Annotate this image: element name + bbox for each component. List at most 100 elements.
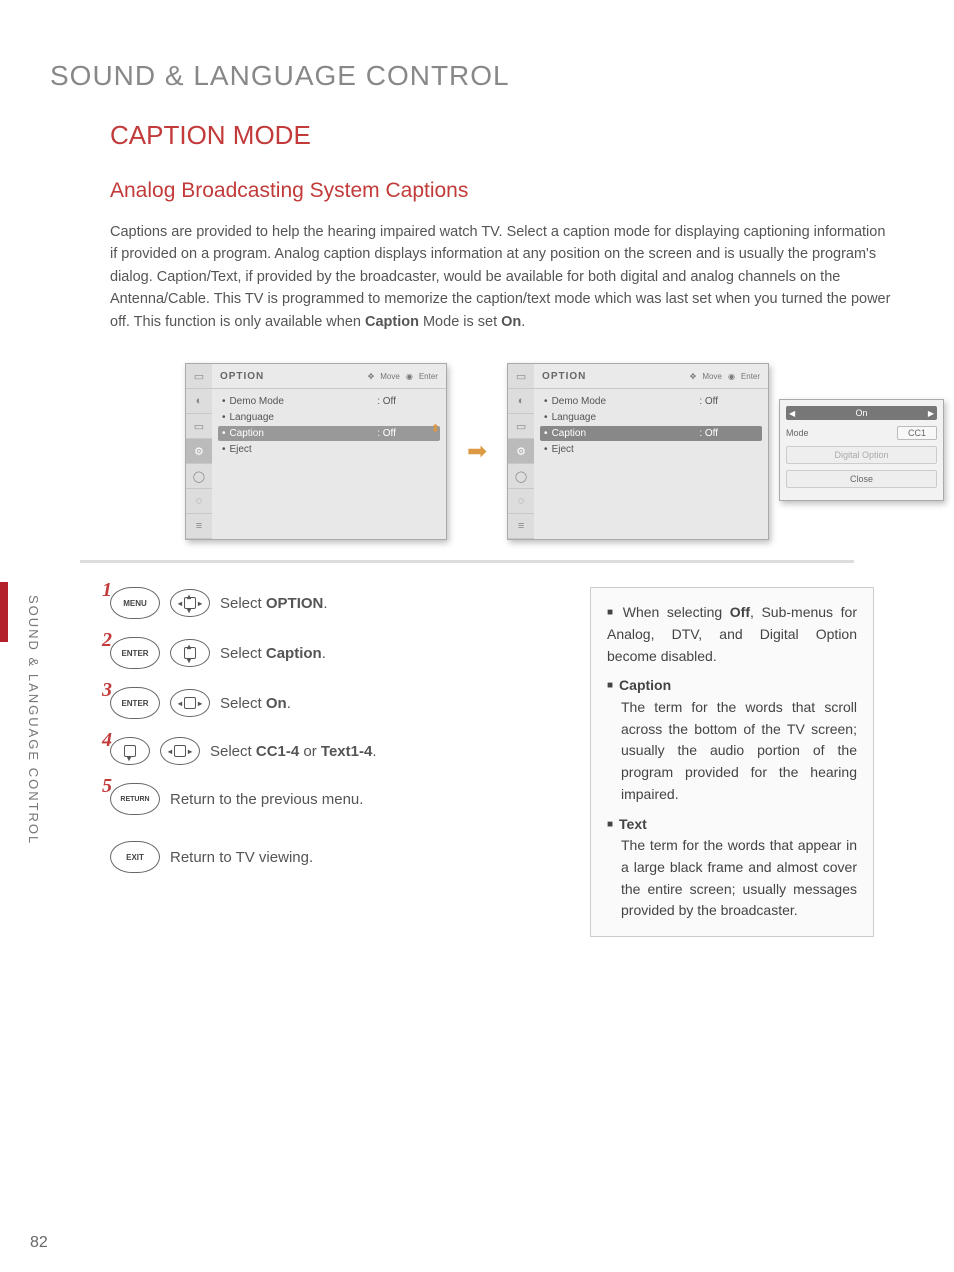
enter-label: Enter bbox=[419, 372, 438, 381]
updown-icon: ⬍ bbox=[431, 422, 440, 435]
page-subtitle: CAPTION MODE bbox=[110, 120, 904, 151]
osd-icon: ⚙ bbox=[186, 439, 212, 464]
osd-icon: ◌ bbox=[186, 489, 212, 514]
osd-icon: ◯ bbox=[508, 464, 534, 489]
osd-item-eject: Eject bbox=[552, 444, 574, 455]
bullet-icon: ■ bbox=[607, 680, 613, 691]
s2a: Select bbox=[220, 645, 266, 662]
popup-digital-option: Digital Option bbox=[786, 446, 937, 464]
s1c: . bbox=[323, 595, 327, 612]
osd-screenshots: ▭ ◐ ▭ ⚙ ◯ ◌ ≡ OPTION ✥Move ◉Enter •Demo … bbox=[50, 363, 904, 540]
intro-c: Mode is set bbox=[419, 314, 501, 330]
exit-button: EXIT bbox=[110, 841, 160, 873]
dpad-button: ◂▸ bbox=[170, 689, 210, 717]
s4c: or bbox=[299, 743, 321, 760]
step-number: 1 bbox=[102, 579, 112, 602]
enter-icon: ◉ bbox=[728, 372, 735, 381]
bullet-icon: ■ bbox=[607, 607, 617, 618]
osd-panel-after: ▭ ◐ ▭ ⚙ ◯ ◌ ≡ OPTION ✥Move ◉Enter bbox=[507, 363, 769, 540]
osd-item-language: Language bbox=[229, 412, 274, 423]
dpad-button: ▾ bbox=[110, 737, 150, 765]
osd-icon: ≡ bbox=[508, 514, 534, 539]
r2: The term for the words that scroll acros… bbox=[621, 697, 857, 805]
osd-item-caption-val: : Off bbox=[377, 428, 436, 439]
divider bbox=[80, 560, 854, 563]
osd-icon: ◐ bbox=[508, 389, 534, 414]
osd-title: OPTION bbox=[220, 371, 264, 382]
osd-icon: ◯ bbox=[186, 464, 212, 489]
step-number: 2 bbox=[102, 629, 112, 652]
s1a: Select bbox=[220, 595, 266, 612]
page-subheading: Analog Broadcasting System Captions bbox=[110, 179, 904, 203]
r3: The term for the words that appear in a … bbox=[621, 835, 857, 922]
dpad-button: ▴▾◂▸ bbox=[170, 589, 210, 617]
step-5: 5 RETURN Return to the previous menu. bbox=[110, 783, 530, 815]
osd-icon: ◐ bbox=[186, 389, 212, 414]
move-icon: ✥ bbox=[368, 372, 375, 381]
s3a: Select bbox=[220, 695, 266, 712]
red-edge-tab bbox=[0, 582, 8, 642]
triangle-left-icon: ◀ bbox=[789, 409, 795, 418]
step-number: 3 bbox=[102, 679, 112, 702]
bullet-icon: ■ bbox=[607, 819, 613, 830]
osd-item-caption-val: : Off bbox=[699, 428, 758, 439]
r1b: Off bbox=[730, 604, 750, 620]
popup-mode-value: CC1 bbox=[897, 426, 937, 440]
return-button: RETURN bbox=[110, 783, 160, 815]
osd-sidebar: ▭ ◐ ▭ ⚙ ◯ ◌ ≡ bbox=[186, 364, 212, 539]
dpad-button: ◂▸ bbox=[160, 737, 200, 765]
osd-title: OPTION bbox=[542, 371, 586, 382]
steps-column: 1 MENU ▴▾◂▸ Select OPTION. 2 ENTER ▴▾ Se… bbox=[110, 587, 530, 891]
dpad-button: ▴▾ bbox=[170, 639, 210, 667]
s3b: On bbox=[266, 695, 287, 712]
triangle-right-icon: ▶ bbox=[928, 409, 934, 418]
osd-item-demo: Demo Mode bbox=[229, 396, 283, 407]
step-number: 4 bbox=[102, 729, 112, 752]
enter-icon: ◉ bbox=[406, 372, 413, 381]
intro-d: On bbox=[501, 314, 521, 330]
step-number: 5 bbox=[102, 775, 112, 798]
osd-item-demo-val: : Off bbox=[377, 396, 436, 407]
step-1: 1 MENU ▴▾◂▸ Select OPTION. bbox=[110, 587, 530, 619]
r1a: When selecting bbox=[623, 604, 730, 620]
popup-close: Close bbox=[786, 470, 937, 488]
enter-label: Enter bbox=[741, 372, 760, 381]
osd-icon: ≡ bbox=[186, 514, 212, 539]
step-2: 2 ENTER ▴▾ Select Caption. bbox=[110, 637, 530, 669]
osd-icon: ◌ bbox=[508, 489, 534, 514]
osd-item-demo-val: : Off bbox=[699, 396, 758, 407]
popup-on: On bbox=[856, 408, 868, 418]
osd-icon: ▭ bbox=[186, 364, 212, 389]
r3t: Text bbox=[619, 816, 647, 832]
s4e: . bbox=[372, 743, 376, 760]
enter-button: ENTER bbox=[110, 637, 160, 669]
s1b: OPTION bbox=[266, 595, 324, 612]
s4a: Select bbox=[210, 743, 256, 760]
s4b: CC1-4 bbox=[256, 743, 299, 760]
intro-b: Caption bbox=[365, 314, 419, 330]
s5t: Return to the previous menu. bbox=[170, 791, 363, 808]
s6t: Return to TV viewing. bbox=[170, 849, 313, 866]
s3c: . bbox=[287, 695, 291, 712]
osd-item-caption: Caption bbox=[229, 428, 263, 439]
r2t: Caption bbox=[619, 677, 671, 693]
osd-icon: ▭ bbox=[186, 414, 212, 439]
page-number: 82 bbox=[30, 1234, 48, 1252]
osd-item-eject: Eject bbox=[229, 444, 251, 455]
side-section-label: SOUND & LANGUAGE CONTROL bbox=[26, 595, 41, 845]
menu-button: MENU bbox=[110, 587, 160, 619]
osd-popup: ◀ On ▶ Mode CC1 Digital Option Close bbox=[779, 399, 944, 501]
step-6: EXIT Return to TV viewing. bbox=[110, 841, 530, 873]
osd-item-language: Language bbox=[552, 412, 597, 423]
s2b: Caption bbox=[266, 645, 322, 662]
popup-mode-label: Mode bbox=[786, 428, 809, 438]
s4d: Text1-4 bbox=[321, 743, 372, 760]
section-title: SOUND & LANGUAGE CONTROL bbox=[50, 60, 904, 92]
osd-sidebar: ▭ ◐ ▭ ⚙ ◯ ◌ ≡ bbox=[508, 364, 534, 539]
osd-item-demo: Demo Mode bbox=[552, 396, 606, 407]
osd-panel-before: ▭ ◐ ▭ ⚙ ◯ ◌ ≡ OPTION ✥Move ◉Enter •Demo … bbox=[185, 363, 447, 540]
osd-item-caption: Caption bbox=[552, 428, 586, 439]
move-label: Move bbox=[702, 372, 722, 381]
step-3: 3 ENTER ◂▸ Select On. bbox=[110, 687, 530, 719]
enter-button: ENTER bbox=[110, 687, 160, 719]
